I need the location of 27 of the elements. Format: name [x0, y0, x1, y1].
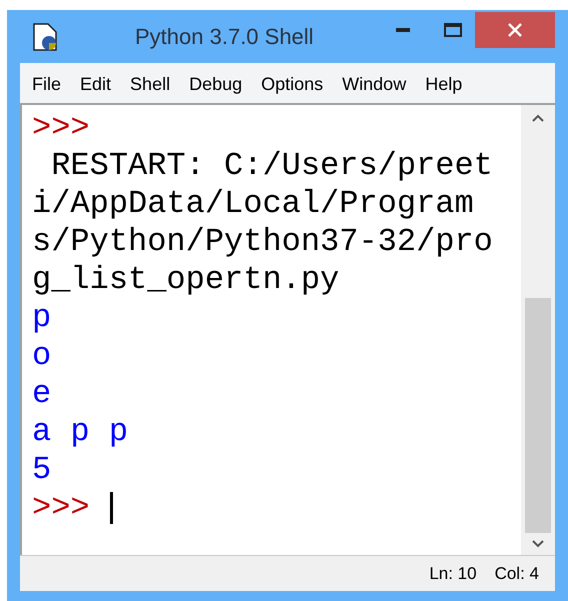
- line-number: Ln: 10: [429, 562, 477, 585]
- shell-output: o: [32, 337, 52, 375]
- menu-item[interactable]: Shell: [130, 69, 170, 99]
- scroll-down-icon[interactable]: [531, 539, 545, 549]
- scroll-up-icon[interactable]: [531, 113, 545, 123]
- menu-item[interactable]: Debug: [189, 69, 242, 99]
- scrollbar-thumb[interactable]: [525, 298, 551, 533]
- shell-output: e: [32, 375, 52, 413]
- python-file-icon: [32, 22, 60, 52]
- menu-item[interactable]: Edit: [80, 69, 112, 99]
- column-number: Col: 4: [494, 562, 539, 585]
- menu-item[interactable]: Options: [261, 69, 324, 99]
- close-button[interactable]: [475, 12, 555, 48]
- shell-output: p: [32, 299, 52, 337]
- menu-item[interactable]: File: [32, 69, 62, 99]
- shell-output: a p p: [32, 413, 128, 451]
- shell-output: RESTART: C:/Users/preeti/AppData/Local/Programs/Python/Python37-32/prog_list_opertn.py: [32, 147, 494, 299]
- menu-item[interactable]: Help: [425, 69, 462, 99]
- shell-prompt: >>>: [32, 109, 90, 147]
- close-icon: [508, 23, 522, 37]
- menu-item[interactable]: Window: [342, 69, 406, 99]
- window-title: Python 3.7.0 Shell: [135, 23, 314, 51]
- shell-output: 5: [32, 451, 52, 489]
- scrollbar[interactable]: [521, 105, 555, 555]
- maximize-icon: [444, 23, 462, 37]
- minimize-icon: [396, 28, 410, 32]
- shell-prompt: >>>: [32, 489, 90, 527]
